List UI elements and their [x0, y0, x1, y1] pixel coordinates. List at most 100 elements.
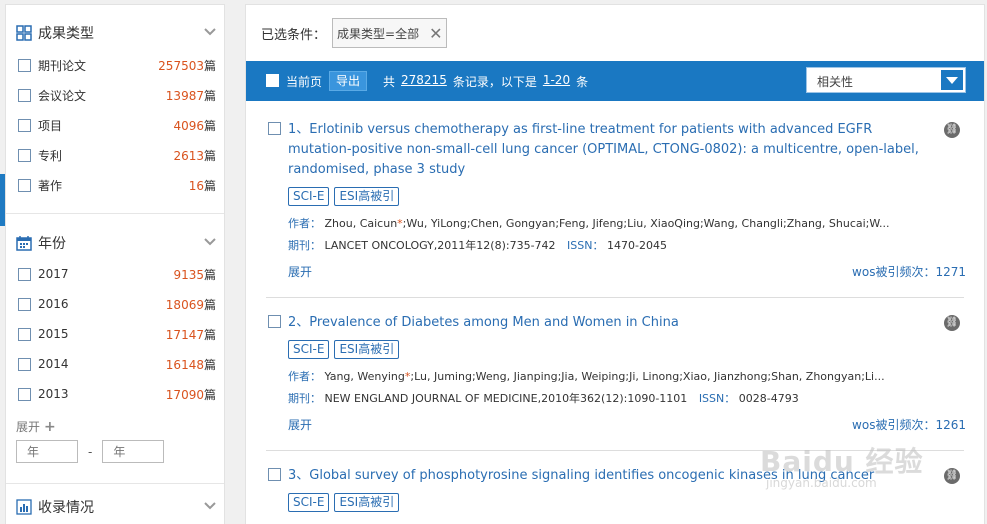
badge: ESI高被引 [334, 493, 400, 512]
item-count: 16148篇 [165, 357, 216, 372]
summary-mid: 条记录，以下是 [452, 75, 537, 89]
item-label: 期刊论文 [38, 58, 87, 73]
result-checkbox[interactable] [268, 122, 281, 135]
item-count: 13987篇 [165, 88, 216, 103]
badge: SCI-E [288, 187, 330, 206]
checkbox[interactable] [18, 267, 31, 281]
results-toolbar: 当前页 导出 共 278215 条记录，以下是 1-20 条 相关性 [246, 61, 984, 101]
journal-line: 期刊： LANCET ONCOLOGY,2011年12(8):735-742 I… [288, 237, 908, 253]
badge: SCI-E [288, 493, 330, 512]
item-count: 9135篇 [173, 267, 216, 282]
item-label: 2014 [38, 357, 69, 371]
badges: SCI-E ESI高被引 [288, 187, 400, 206]
issn: 1470-2045 [606, 239, 667, 252]
divider [6, 483, 224, 484]
filter-tag[interactable]: 成果类型=全部 ✕ [332, 18, 448, 48]
selected-filters: 已选条件： 成果类型=全部 ✕ [261, 18, 448, 48]
summary-prefix: 共 [383, 75, 396, 89]
facet-item-year[interactable]: 2013 17090篇 [18, 384, 216, 404]
citation-count: wos被引频次：1261 [852, 416, 966, 433]
facet-item-year[interactable]: 2017 9135篇 [18, 264, 216, 284]
item-label: 2016 [38, 297, 69, 311]
checkbox[interactable] [18, 387, 31, 401]
badge: ESI高被引 [334, 187, 400, 206]
facet-item-type[interactable]: 项目 4096篇 [18, 115, 216, 135]
grid-icon [16, 25, 32, 41]
item-label: 2017 [38, 267, 69, 281]
checkbox[interactable] [18, 327, 31, 341]
facet-item-type[interactable]: 会议论文 13987篇 [18, 85, 216, 105]
checkbox[interactable] [18, 58, 31, 72]
cite-value: 1261 [935, 418, 966, 432]
first-author[interactable]: Zhou, Caicun [325, 217, 398, 230]
checkbox[interactable] [18, 88, 31, 102]
facet-header-type[interactable]: 成果类型 [16, 23, 216, 43]
chevron-down-icon[interactable] [204, 27, 216, 37]
checkbox[interactable] [18, 178, 31, 192]
item-label: 著作 [38, 178, 63, 193]
expand-link[interactable]: 展开 [288, 416, 312, 433]
checkbox[interactable] [18, 118, 31, 132]
divider [266, 297, 964, 298]
year-from-input[interactable] [16, 440, 78, 463]
result-title[interactable]: 1、Erlotinib versus chemotherapy as first… [288, 120, 923, 180]
year-range: - [16, 440, 165, 463]
plus-icon: + [44, 418, 56, 435]
link-icon[interactable]: ⛓ [944, 122, 960, 138]
current-page-label: 当前页 [286, 75, 323, 89]
result-title[interactable]: 2、Prevalence of Diabetes among Men and W… [288, 313, 923, 333]
badge: SCI-E [288, 340, 330, 359]
year-to-input[interactable] [102, 440, 165, 463]
dropdown-arrow-icon[interactable] [941, 70, 963, 90]
facet-title: 成果类型 [38, 26, 94, 42]
total-count[interactable]: 278215 [401, 73, 447, 90]
first-author[interactable]: Yang, Wenying [325, 370, 405, 383]
result-checkbox[interactable] [268, 315, 281, 328]
facet-item-type[interactable]: 专利 2613篇 [18, 145, 216, 165]
journal-key: 期刊： [288, 392, 321, 405]
result-item: 1、Erlotinib versus chemotherapy as first… [266, 120, 966, 290]
expand-link[interactable]: 展开 [288, 263, 312, 280]
summary-suffix: 条 [576, 75, 589, 89]
chevron-down-icon[interactable] [204, 237, 216, 247]
facet-title: 收录情况 [38, 500, 94, 516]
item-count: 16篇 [188, 178, 216, 193]
result-checkbox[interactable] [268, 468, 281, 481]
bar-chart-icon [16, 499, 32, 515]
facet-item-year[interactable]: 2015 17147篇 [18, 324, 216, 344]
item-count: 2613篇 [173, 148, 216, 163]
facet-header-collection[interactable]: 收录情况 [16, 497, 216, 517]
sort-select[interactable]: 相关性 [806, 67, 966, 93]
range-link[interactable]: 1-20 [543, 73, 570, 90]
close-icon[interactable]: ✕ [429, 24, 442, 43]
checkbox[interactable] [18, 297, 31, 311]
citation-count: wos被引频次：1271 [852, 263, 966, 280]
item-count: 257503篇 [158, 58, 216, 73]
facet-item-type[interactable]: 期刊论文 257503篇 [18, 55, 216, 75]
author-key: 作者： [288, 370, 321, 383]
facet-item-type[interactable]: 著作 16篇 [18, 175, 216, 195]
checkbox[interactable] [18, 357, 31, 371]
checkbox[interactable] [18, 148, 31, 162]
other-authors: ;Wu, YiLong;Chen, Gongyan;Feng, Jifeng;L… [402, 217, 890, 230]
facet-item-year[interactable]: 2014 16148篇 [18, 354, 216, 374]
facet-item-year[interactable]: 2016 18069篇 [18, 294, 216, 314]
select-page-checkbox[interactable] [266, 74, 279, 87]
link-icon[interactable]: ⛓ [944, 468, 960, 484]
watermark-logo: Baidu 经验 [760, 445, 924, 478]
issn-key: ISSN： [567, 239, 604, 252]
result-item: 2、Prevalence of Diabetes among Men and W… [266, 313, 966, 443]
link-icon[interactable]: ⛓ [944, 315, 960, 331]
item-label: 项目 [38, 118, 63, 133]
facet-header-year[interactable]: 年份 [16, 233, 216, 253]
cite-label: wos被引频次： [852, 418, 936, 432]
item-label: 2013 [38, 387, 69, 401]
facet-expand-button[interactable]: 展开 + [16, 418, 56, 435]
chevron-down-icon[interactable] [204, 501, 216, 511]
journal: LANCET ONCOLOGY,2011年12(8):735-742 [324, 239, 556, 252]
export-button[interactable]: 导出 [329, 71, 368, 91]
item-count: 17147篇 [165, 327, 216, 342]
issn: 0028-4793 [738, 392, 799, 405]
author-key: 作者： [288, 217, 321, 230]
badge: ESI高被引 [334, 340, 400, 359]
